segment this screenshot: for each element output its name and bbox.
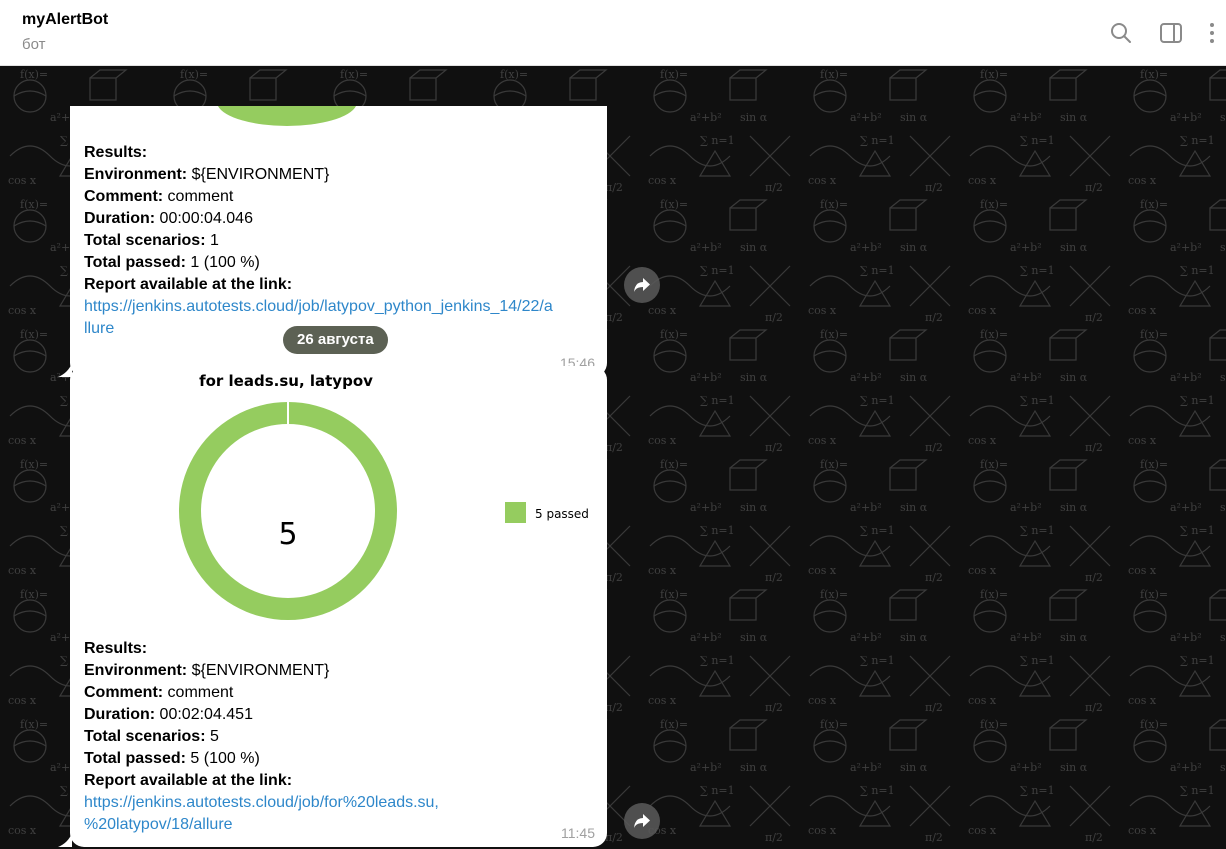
- passed-label: Total passed:: [84, 750, 186, 767]
- results-block: Results: Environment: ${ENVIRONMENT} Com…: [84, 142, 596, 340]
- scenarios-label: Total scenarios:: [84, 728, 206, 745]
- passed-label: Total passed:: [84, 254, 186, 271]
- comment-label: Comment:: [84, 684, 164, 701]
- results-block: Results: Environment: ${ENVIRONMENT} Com…: [84, 638, 596, 836]
- duration-value: 00:00:04.046: [155, 210, 253, 227]
- environment-value: ${ENVIRONMENT}: [187, 166, 330, 183]
- legend-label: 5 passed: [535, 507, 589, 521]
- forward-button[interactable]: [624, 267, 660, 303]
- more-vertical-icon[interactable]: [1203, 20, 1221, 46]
- environment-value: ${ENVIRONMENT}: [187, 662, 330, 679]
- legend-swatch: [505, 502, 526, 523]
- scenarios-value: 1: [205, 232, 219, 249]
- chat-subtitle: бот: [22, 36, 46, 53]
- results-label: Results:: [84, 144, 148, 161]
- report-label: Report available at the link:: [84, 276, 293, 293]
- forward-arrow-icon: [634, 814, 650, 828]
- forward-button[interactable]: [624, 803, 660, 839]
- duration-label: Duration:: [84, 210, 156, 227]
- comment-value: comment: [163, 684, 234, 701]
- bubble-tail: [58, 833, 72, 847]
- message-time: 11:45: [561, 825, 595, 841]
- chart-center-count: 5: [278, 517, 297, 552]
- duration-value: 00:02:04.451: [155, 706, 253, 723]
- chat-header: myAlertBot бот: [0, 0, 1226, 66]
- duration-label: Duration:: [84, 706, 156, 723]
- date-separator: 26 августа: [283, 326, 388, 354]
- report-link-line2[interactable]: %20latypov/18/allure: [84, 816, 233, 833]
- message-bubble[interactable]: for leads.su, latypov 5 5 passed Results…: [70, 366, 607, 847]
- passed-value: 1 (100 %): [185, 254, 260, 271]
- chart-slice: [178, 402, 397, 620]
- chat-area[interactable]: a²+b² cos x sin α ∑ n=1 π/2 f(x)= Result…: [0, 66, 1226, 849]
- comment-value: comment: [163, 188, 234, 205]
- scenarios-label: Total scenarios:: [84, 232, 206, 249]
- report-link-line1[interactable]: https://jenkins.autotests.cloud/job/laty…: [84, 298, 553, 315]
- comment-label: Comment:: [84, 188, 164, 205]
- scenarios-value: 5: [205, 728, 219, 745]
- chart-partial: [218, 106, 356, 126]
- forward-arrow-icon: [634, 278, 650, 292]
- chat-title[interactable]: myAlertBot: [22, 11, 108, 29]
- report-link[interactable]: https://jenkins.autotests.cloud/job/for%…: [84, 792, 596, 836]
- report-link-line2[interactable]: llure: [84, 320, 114, 337]
- report-link-line1[interactable]: https://jenkins.autotests.cloud/job/for%…: [84, 794, 439, 811]
- sidebar-toggle-icon[interactable]: [1158, 20, 1184, 46]
- results-chart: 5 5 passed: [178, 402, 589, 620]
- passed-value: 5 (100 %): [185, 750, 260, 767]
- report-label: Report available at the link:: [84, 772, 293, 789]
- results-label: Results:: [84, 640, 148, 657]
- search-icon[interactable]: [1108, 20, 1134, 46]
- environment-label: Environment:: [84, 166, 188, 183]
- environment-label: Environment:: [84, 662, 188, 679]
